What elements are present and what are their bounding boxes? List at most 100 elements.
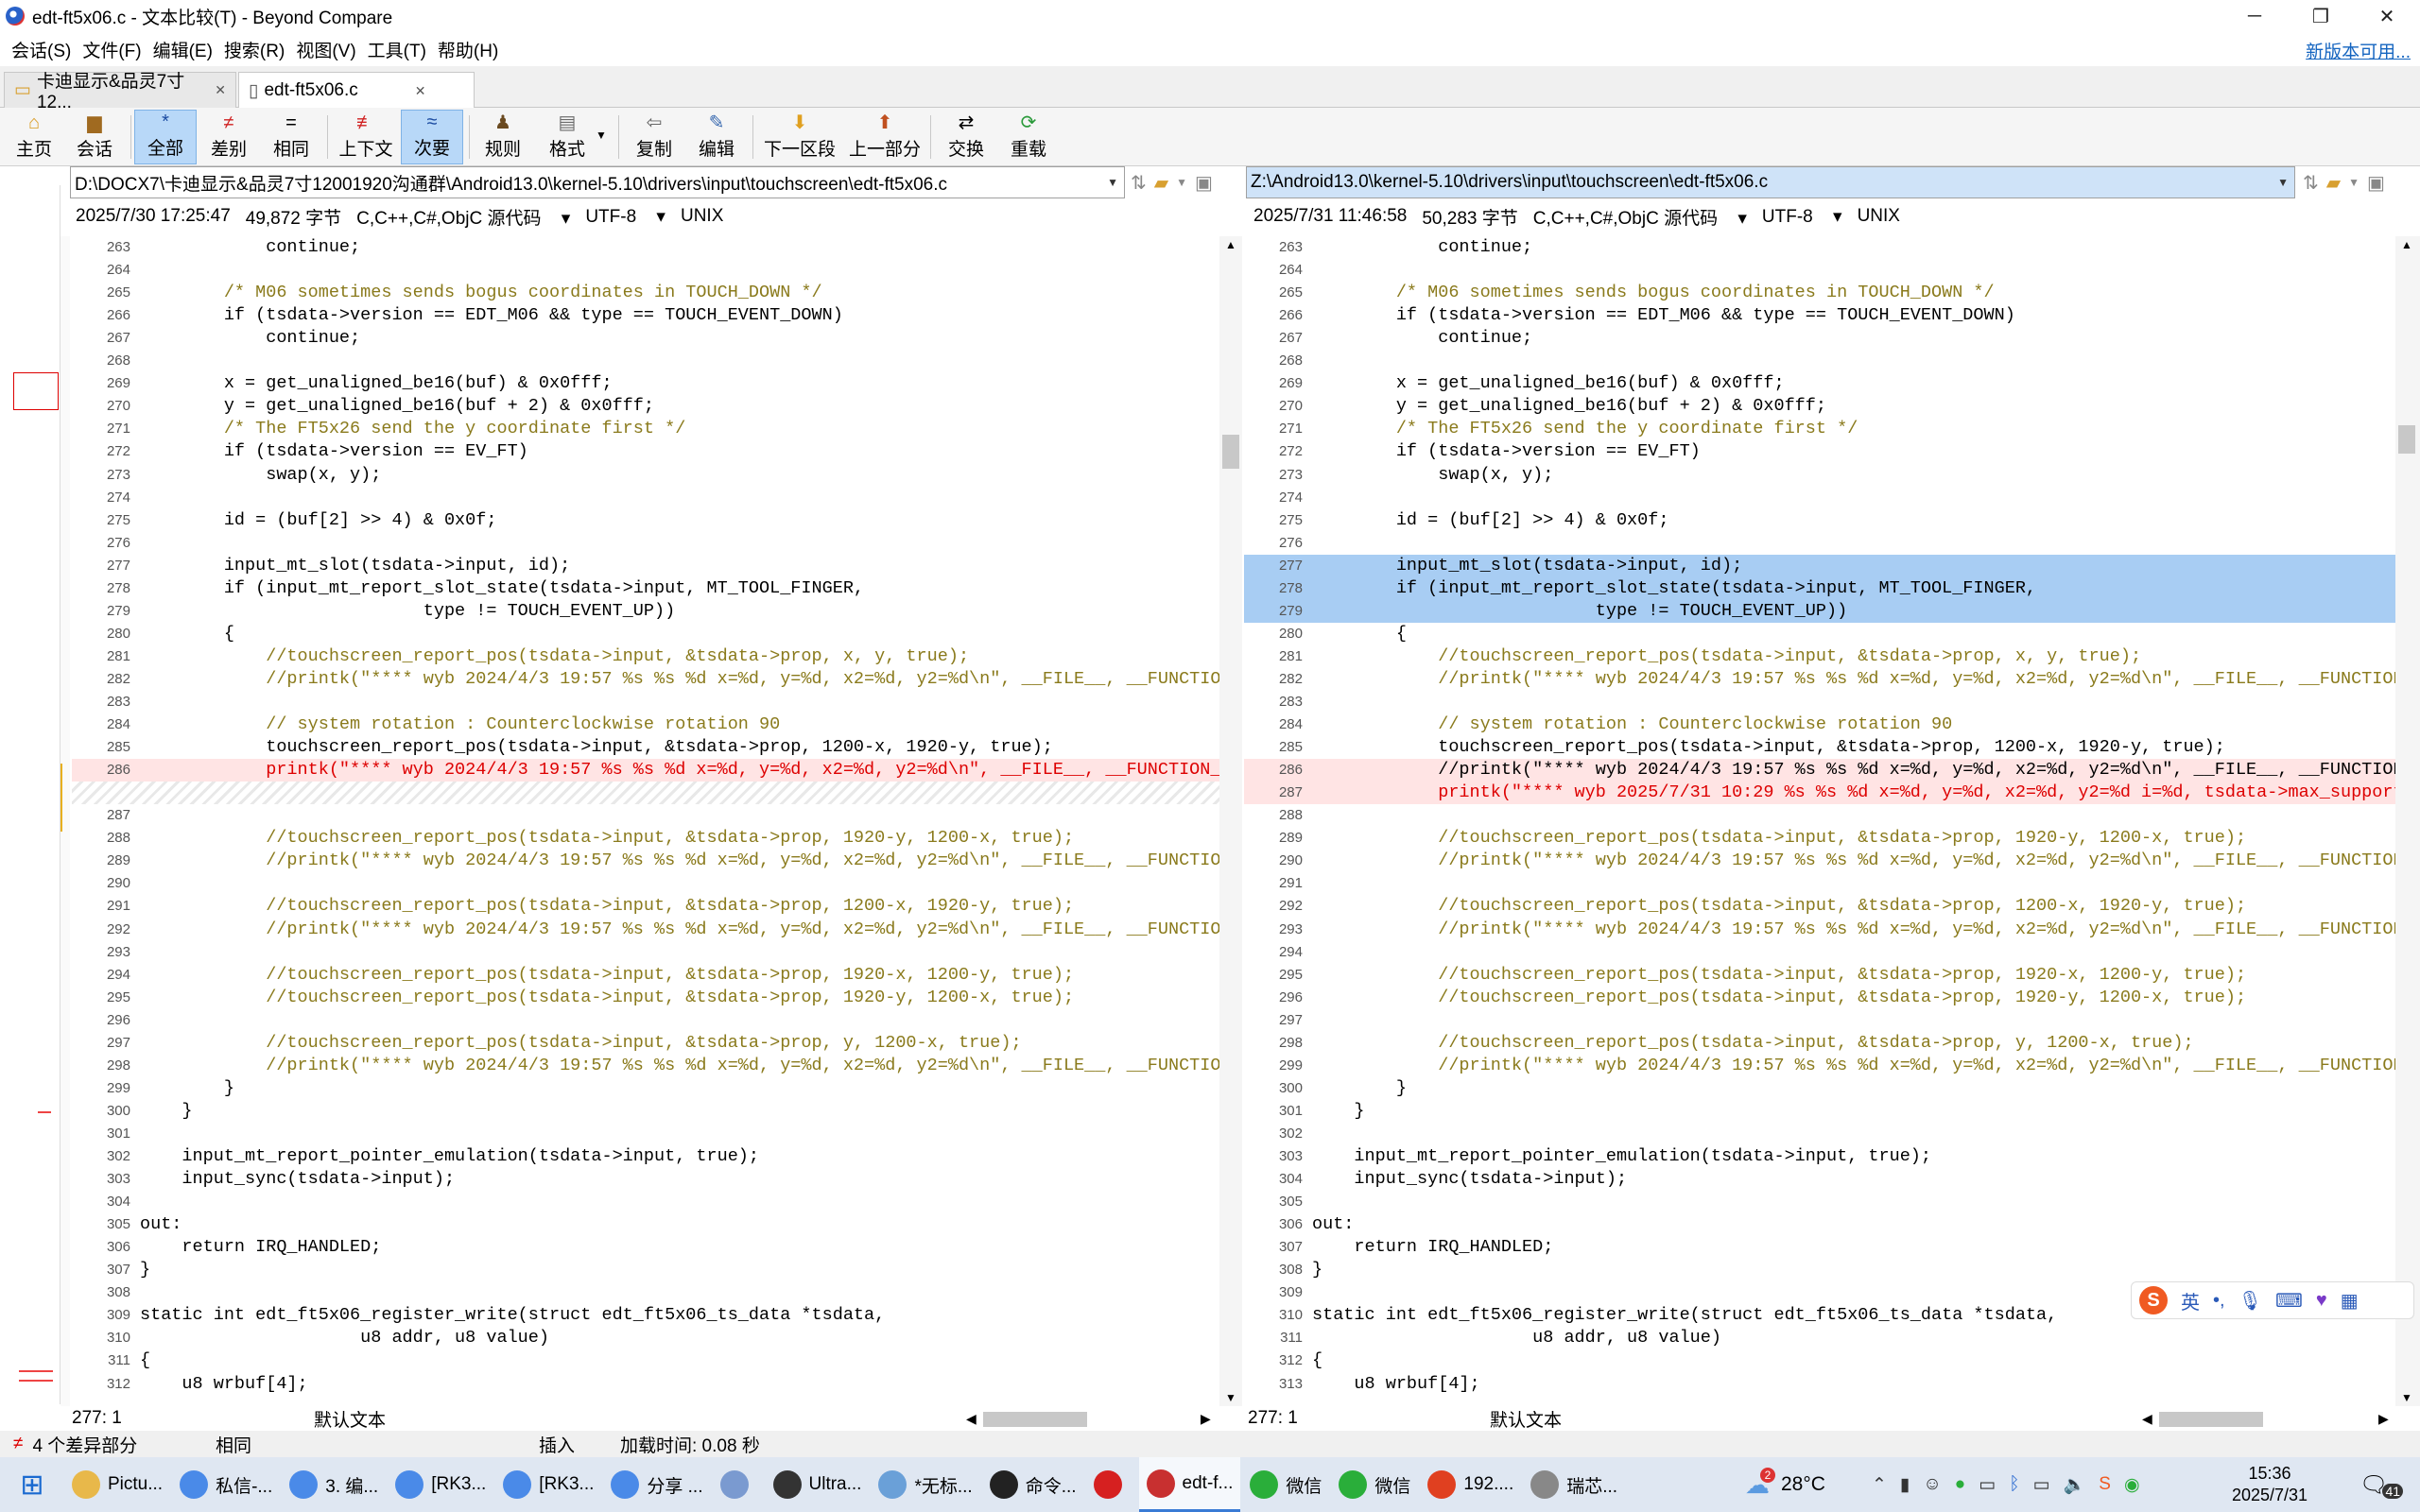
code-line[interactable]: 300 } xyxy=(72,1100,1219,1123)
code-line[interactable]: 298 //printk("**** wyb 2024/4/3 19:57 %s… xyxy=(72,1055,1219,1077)
clock[interactable]: 15:36 2025/7/31 xyxy=(2218,1463,2322,1506)
tools-icon[interactable]: ▦ xyxy=(2341,1289,2359,1313)
history-icon[interactable]: ⇅ xyxy=(1131,171,1147,195)
prev-section-button[interactable]: ⬆ 上一部分 xyxy=(845,110,925,164)
code-line[interactable]: 304 xyxy=(72,1191,1219,1213)
home-button[interactable]: ⌂ 主页 xyxy=(11,110,57,164)
network-icon[interactable]: ▭ xyxy=(2033,1474,2050,1496)
ime-toolbar[interactable]: S 英 •, 🎙 ⌨ ♥ ▦ xyxy=(2131,1281,2414,1319)
taskbar-app[interactable]: 私信-... xyxy=(172,1457,280,1512)
sogou-tray-icon[interactable]: S xyxy=(2099,1474,2111,1495)
reload-button[interactable]: ⟳ 重载 xyxy=(1000,110,1057,164)
code-line[interactable]: 274 xyxy=(72,487,1219,509)
code-line[interactable]: 292 //touchscreen_report_pos(tsdata->inp… xyxy=(1244,895,2395,918)
code-line[interactable]: 283 xyxy=(72,691,1219,713)
taskbar-app[interactable]: 瑞芯... xyxy=(1523,1457,1625,1512)
code-line[interactable]: 270 y = get_unaligned_be16(buf + 2) & 0x… xyxy=(72,395,1219,418)
code-line[interactable]: 266 if (tsdata->version == EDT_M06 && ty… xyxy=(1244,304,2395,327)
code-line[interactable]: 310 u8 addr, u8 value) xyxy=(72,1327,1219,1349)
right-vertical-scrollbar[interactable]: ▲ ▼ xyxy=(2395,236,2420,1406)
minimize-button[interactable]: ─ xyxy=(2221,0,2288,32)
code-line[interactable]: 269 x = get_unaligned_be16(buf) & 0x0fff… xyxy=(72,372,1219,395)
code-line[interactable]: 269 x = get_unaligned_be16(buf) & 0x0fff… xyxy=(1244,372,2395,395)
scroll-down-icon[interactable]: ▼ xyxy=(1225,1391,1236,1404)
code-line[interactable]: 305 out: xyxy=(72,1213,1219,1236)
punctuation-icon[interactable]: •, xyxy=(2213,1290,2225,1312)
code-line[interactable]: 293 //printk("**** wyb 2024/4/3 19:57 %s… xyxy=(1244,919,2395,941)
code-line[interactable]: 307 return IRQ_HANDLED; xyxy=(1244,1236,2395,1259)
scroll-left-icon[interactable]: ◀ xyxy=(966,1411,977,1427)
tab-close-icon[interactable]: ✕ xyxy=(415,83,426,99)
history-icon[interactable]: ⇅ xyxy=(2303,171,2319,195)
code-line[interactable]: 291 xyxy=(1244,872,2395,895)
code-line[interactable]: 290 //printk("**** wyb 2024/4/3 19:57 %s… xyxy=(1244,850,2395,872)
code-line[interactable]: 312 u8 wrbuf[4]; xyxy=(72,1373,1219,1396)
code-line[interactable]: 299 } xyxy=(72,1077,1219,1100)
code-line[interactable]: 288 //touchscreen_report_pos(tsdata->inp… xyxy=(72,827,1219,850)
taskbar-app[interactable]: edt-f... xyxy=(1138,1457,1241,1512)
battery-icon[interactable]: ▭ xyxy=(1979,1474,1996,1496)
start-button[interactable]: ⊞ xyxy=(0,1469,64,1502)
rules-button[interactable]: ♟ 规则 xyxy=(475,110,531,164)
diff-overview-strip[interactable] xyxy=(13,185,60,1404)
left-hscroll-thumb[interactable] xyxy=(983,1412,1087,1427)
open-folder-icon[interactable]: ▰ xyxy=(1154,171,1168,195)
edit-button[interactable]: ✎ 编辑 xyxy=(688,110,745,164)
save-icon[interactable]: ▣ xyxy=(1195,171,1213,195)
right-hscroll-thumb[interactable] xyxy=(2159,1412,2263,1427)
code-line[interactable]: 284 // system rotation : Counterclockwis… xyxy=(72,713,1219,736)
menu-tools[interactable]: 工具(T) xyxy=(362,37,432,62)
taskbar-app[interactable]: 微信 xyxy=(1331,1457,1418,1512)
scroll-up-icon[interactable]: ▲ xyxy=(1225,238,1236,251)
code-line[interactable]: 285 touchscreen_report_pos(tsdata->input… xyxy=(1244,736,2395,759)
code-line[interactable]: 311 { xyxy=(72,1349,1219,1372)
tray-app-icon[interactable]: ◉ xyxy=(2124,1474,2140,1496)
scroll-thumb[interactable] xyxy=(2398,425,2415,454)
code-line[interactable]: 274 xyxy=(1244,487,2395,509)
code-line[interactable]: 287 xyxy=(72,804,1219,827)
chevron-down-icon[interactable]: ▼ xyxy=(2348,176,2360,189)
tab-close-icon[interactable]: ✕ xyxy=(215,82,226,98)
scroll-left-icon[interactable]: ◀ xyxy=(2142,1411,2152,1427)
code-line[interactable] xyxy=(72,782,1219,805)
keyboard-icon[interactable]: ⌨ xyxy=(2275,1289,2303,1313)
menu-edit[interactable]: 编辑(E) xyxy=(147,37,218,62)
close-button[interactable]: ✕ xyxy=(2354,0,2420,32)
code-line[interactable]: 277 input_mt_slot(tsdata->input, id); xyxy=(1244,554,2395,577)
scroll-up-icon[interactable]: ▲ xyxy=(2401,238,2412,251)
code-line[interactable]: 273 swap(x, y); xyxy=(1244,464,2395,487)
right-lang[interactable]: C,C++,C#,ObjC 源代码 ▾ xyxy=(1533,204,1747,230)
bluetooth-icon[interactable]: ᛒ xyxy=(2009,1474,2019,1495)
left-lang[interactable]: C,C++,C#,ObjC 源代码 ▾ xyxy=(356,204,570,230)
taskbar-app[interactable]: Ultra... xyxy=(766,1457,870,1512)
code-line[interactable]: 302 input_mt_report_pointer_emulation(ts… xyxy=(72,1145,1219,1168)
tab-edt-ft5x06[interactable]: ▯ edt-ft5x06.c ✕ xyxy=(238,72,475,109)
show-all-button[interactable]: * 全部 xyxy=(134,110,197,164)
taskbar-app[interactable]: 微信 xyxy=(1242,1457,1329,1512)
code-line[interactable]: 264 xyxy=(1244,259,2395,282)
menu-help[interactable]: 帮助(H) xyxy=(432,37,504,62)
code-line[interactable]: 300 } xyxy=(1244,1077,2395,1100)
left-encoding[interactable]: UTF-8 ▾ xyxy=(585,206,666,228)
menu-file[interactable]: 文件(F) xyxy=(77,37,147,62)
code-line[interactable]: 289 //touchscreen_report_pos(tsdata->inp… xyxy=(1244,827,2395,850)
scroll-right-icon[interactable]: ▶ xyxy=(1201,1411,1211,1427)
code-line[interactable]: 312 { xyxy=(1244,1349,2395,1372)
code-line[interactable]: 268 xyxy=(72,350,1219,372)
code-line[interactable]: 276 xyxy=(72,532,1219,555)
code-line[interactable]: 297 //touchscreen_report_pos(tsdata->inp… xyxy=(72,1032,1219,1055)
volume-icon[interactable]: 🔈 xyxy=(2064,1473,2086,1496)
code-line[interactable]: 308 xyxy=(72,1281,1219,1304)
code-line[interactable]: 267 continue; xyxy=(72,327,1219,350)
right-encoding[interactable]: UTF-8 ▾ xyxy=(1762,206,1842,228)
minor-button[interactable]: ≈ 次要 xyxy=(401,110,463,164)
code-line[interactable]: 309 static int edt_ft5x06_register_write(… xyxy=(72,1304,1219,1327)
code-line[interactable]: 270 y = get_unaligned_be16(buf + 2) & 0x… xyxy=(1244,395,2395,418)
code-line[interactable]: 277 input_mt_slot(tsdata->input, id); xyxy=(72,555,1219,577)
code-line[interactable]: 292 //printk("**** wyb 2024/4/3 19:57 %s… xyxy=(72,919,1219,941)
tab-folder-session[interactable]: ▭ 卡迪显示&品灵7寸12... ✕ xyxy=(4,72,236,112)
code-line[interactable]: 301 xyxy=(72,1123,1219,1145)
tray-app-icon[interactable]: ☺ xyxy=(1923,1474,1941,1495)
code-line[interactable]: 268 xyxy=(1244,350,2395,372)
chevron-down-icon[interactable]: ▼ xyxy=(1107,176,1118,189)
